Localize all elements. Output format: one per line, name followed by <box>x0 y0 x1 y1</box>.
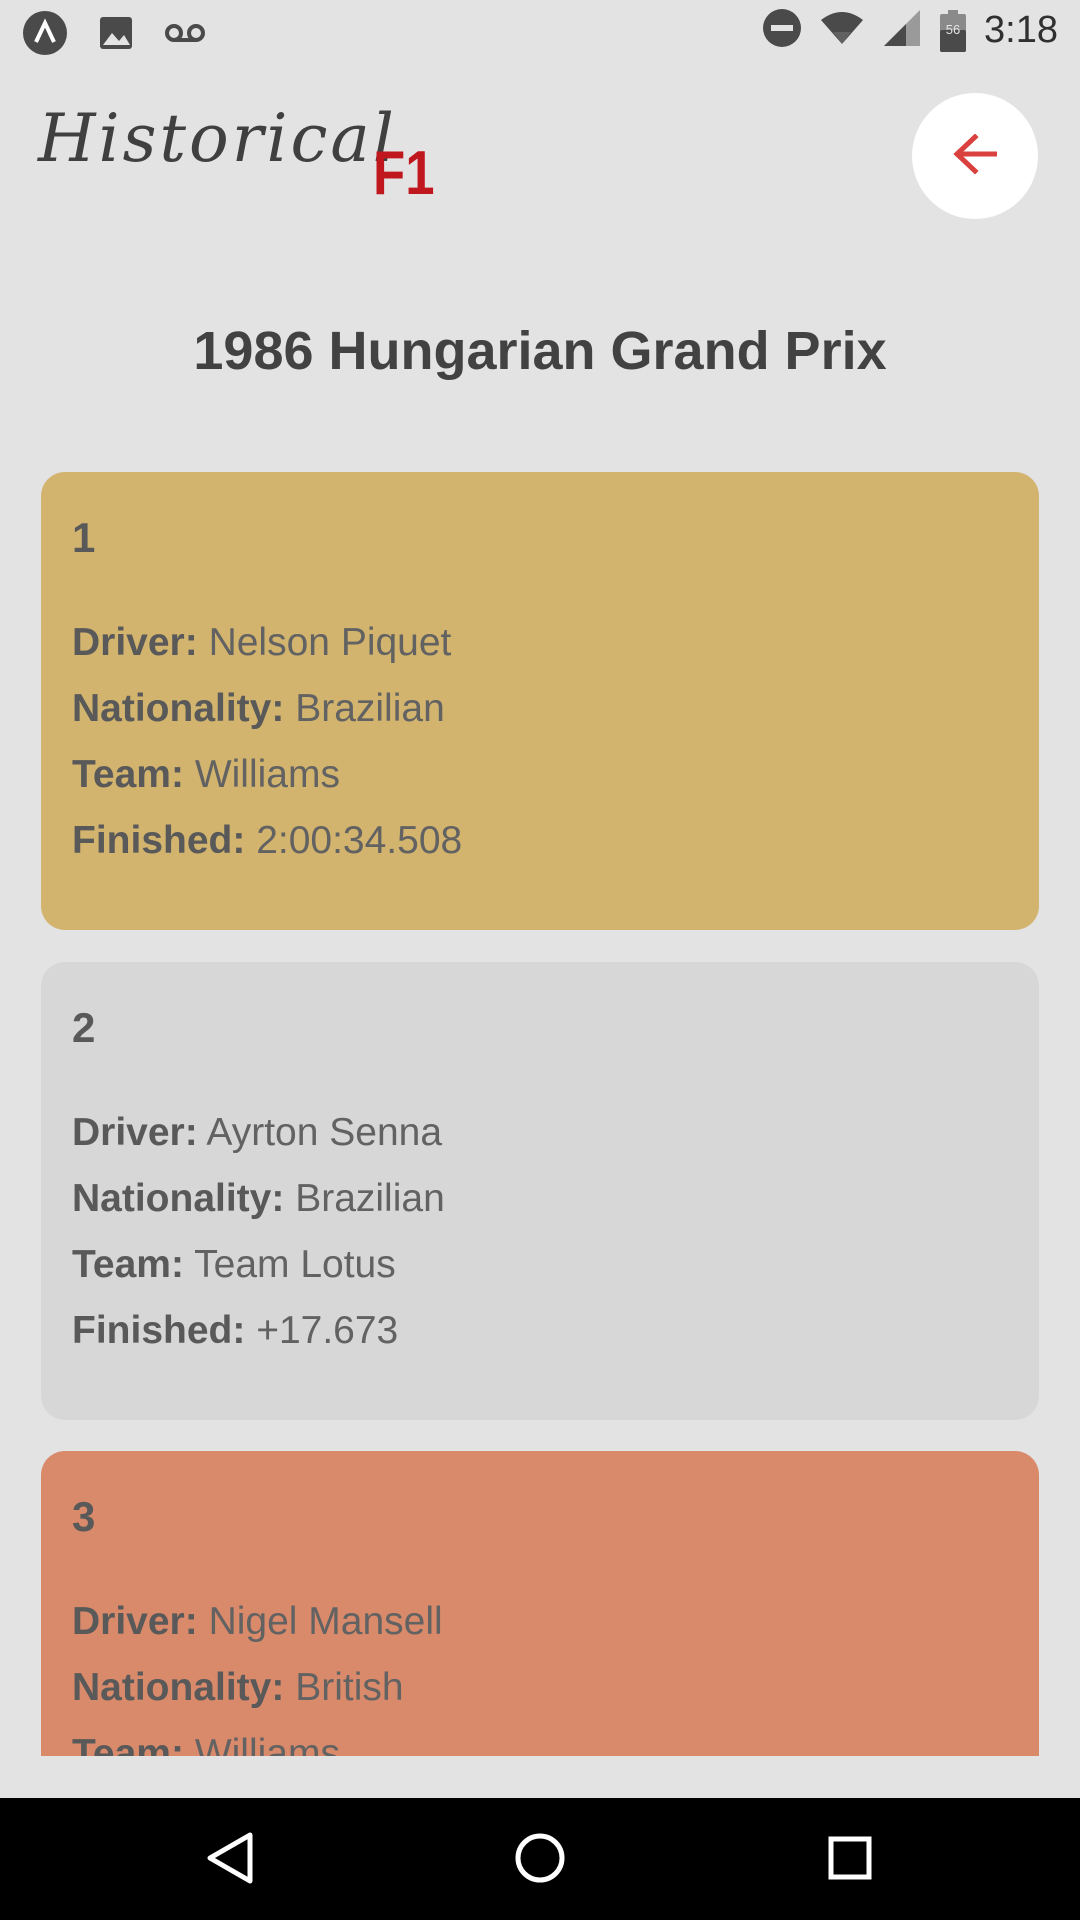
result-card-3[interactable]: 3 Driver: Nigel Mansell Nationality: Bri… <box>41 1451 1039 1756</box>
driver-name: Nigel Mansell <box>208 1600 443 1643</box>
battery-level: 56 <box>945 21 961 37</box>
team-label: Team: <box>72 753 184 796</box>
finish-position: 2 <box>72 1004 96 1051</box>
team-row: Team: Williams <box>72 1721 1008 1756</box>
nationality-value: Brazilian <box>295 687 445 730</box>
finished-value: 2:00:34.508 <box>256 819 463 862</box>
app-logo: Historical F1 <box>38 100 435 208</box>
team-row: Team: Williams <box>72 742 1008 808</box>
results-list[interactable]: 1 Driver: Nelson Piquet Nationality: Bra… <box>0 472 1080 1756</box>
nationality-value: British <box>295 1666 404 1709</box>
result-card-1[interactable]: 1 Driver: Nelson Piquet Nationality: Bra… <box>41 472 1039 930</box>
result-card-2[interactable]: 2 Driver: Ayrton Senna Nationality: Braz… <box>41 962 1039 1420</box>
finish-position: 1 <box>72 514 96 561</box>
finish-position: 3 <box>72 1493 96 1540</box>
back-triangle-icon <box>206 1832 254 1889</box>
nationality-label: Nationality: <box>72 1177 285 1220</box>
recents-square-icon <box>828 1836 872 1885</box>
team-value: Team Lotus <box>194 1243 396 1286</box>
team-label: Team: <box>72 1732 184 1756</box>
app-launcher-icon <box>22 10 68 61</box>
status-bar: 56 3:18 <box>0 0 1080 63</box>
do-not-disturb-icon <box>762 8 802 53</box>
driver-name: Nelson Piquet <box>208 621 452 664</box>
nationality-row: Nationality: Brazilian <box>72 1166 1008 1232</box>
image-icon <box>98 15 134 56</box>
page-title: 1986 Hungarian Grand Prix <box>193 321 887 381</box>
finished-value: +17.673 <box>256 1309 399 1352</box>
driver-row: Driver: Ayrton Senna <box>72 1100 1008 1166</box>
driver-row: Driver: Nelson Piquet <box>72 610 1008 676</box>
driver-label: Driver: <box>72 1111 198 1154</box>
driver-name: Ayrton Senna <box>206 1111 443 1154</box>
team-row: Team: Team Lotus <box>72 1232 1008 1298</box>
team-label: Team: <box>72 1243 184 1286</box>
finished-label: Finished: <box>72 819 246 862</box>
nav-back-button[interactable] <box>198 1828 262 1892</box>
driver-label: Driver: <box>72 621 198 664</box>
finished-row: Finished: +17.673 <box>72 1298 1008 1364</box>
nationality-value: Brazilian <box>295 1177 445 1220</box>
nav-home-button[interactable] <box>508 1828 572 1892</box>
nationality-row: Nationality: Brazilian <box>72 676 1008 742</box>
team-value: Williams <box>194 1732 340 1756</box>
home-circle-icon <box>514 1832 566 1889</box>
nationality-label: Nationality: <box>72 687 285 730</box>
team-value: Williams <box>194 753 340 796</box>
nationality-row: Nationality: British <box>72 1655 1008 1721</box>
logo-text: Historical <box>38 100 397 177</box>
voicemail-icon <box>164 21 206 50</box>
finished-row: Finished: 2:00:34.508 <box>72 808 1008 874</box>
navigation-bar <box>0 1798 1080 1920</box>
nav-recents-button[interactable] <box>818 1828 882 1892</box>
finished-label: Finished: <box>72 1309 246 1352</box>
clock: 3:18 <box>984 9 1058 51</box>
back-button[interactable] <box>912 93 1038 219</box>
wifi-icon <box>820 10 864 51</box>
arrow-left-icon <box>953 132 998 179</box>
cell-signal-icon <box>882 8 922 53</box>
driver-row: Driver: Nigel Mansell <box>72 1589 1008 1655</box>
battery-icon: 56 <box>940 9 967 52</box>
driver-label: Driver: <box>72 1600 198 1643</box>
logo-badge: F1 <box>373 139 435 208</box>
nationality-label: Nationality: <box>72 1666 285 1709</box>
